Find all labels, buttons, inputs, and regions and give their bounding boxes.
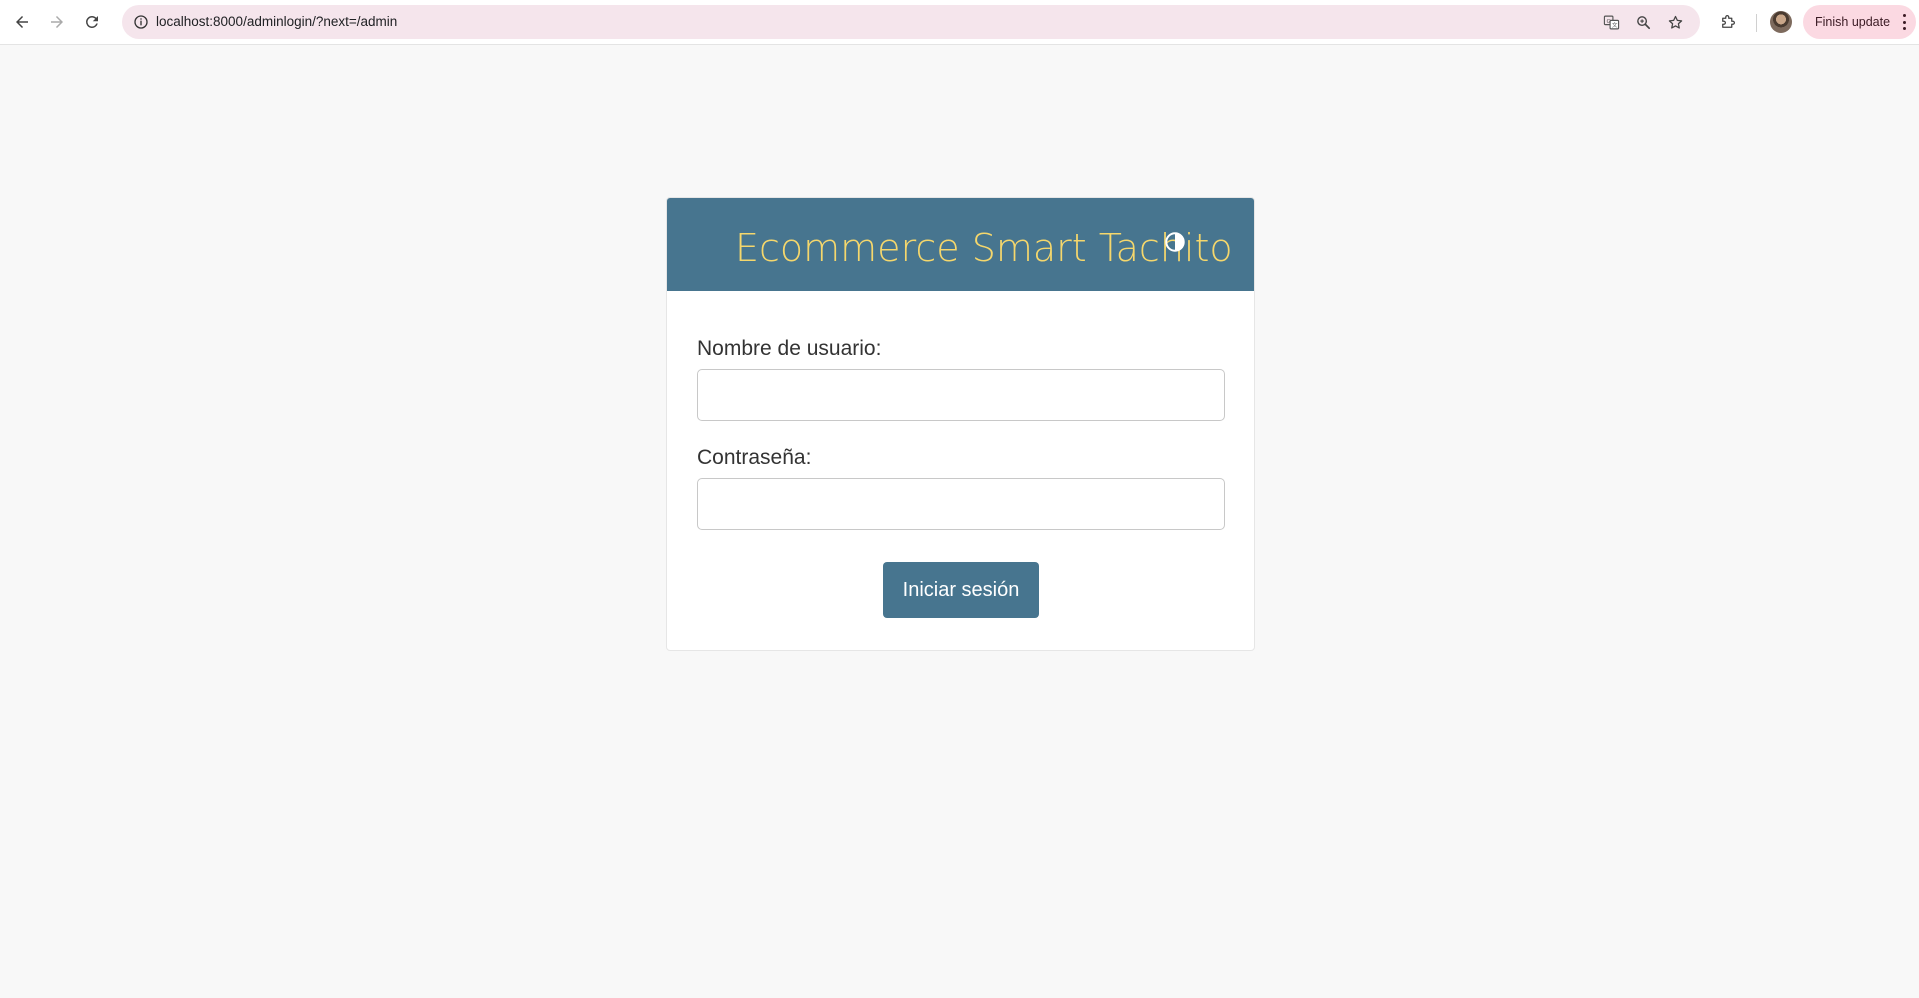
url-input[interactable] [156,5,1156,39]
bookmark-star-icon[interactable] [1665,12,1685,32]
login-card-header: Ecommerce Smart Tachito [667,198,1254,291]
reload-button[interactable] [80,10,104,34]
password-input[interactable] [697,478,1225,530]
address-bar[interactable]: G文 [122,5,1700,39]
reload-icon [86,15,98,28]
password-label: Contraseña: [697,446,812,469]
profile-avatar[interactable] [1770,11,1792,33]
toolbar-divider [1756,14,1757,32]
login-button[interactable]: Iniciar sesión [883,562,1039,618]
arrow-left-icon [16,16,28,28]
username-input[interactable] [697,369,1225,421]
arrow-right-icon [51,16,63,28]
browser-toolbar: G文 Finish update [0,0,1919,45]
more-menu-icon[interactable] [1902,14,1906,30]
page-title: Ecommerce Smart Tachito [735,226,1233,270]
site-info-icon[interactable] [130,11,152,33]
zoom-icon[interactable] [1633,12,1653,32]
finish-update-button[interactable]: Finish update [1803,5,1916,39]
back-button[interactable] [10,10,34,34]
login-card: Ecommerce Smart Tachito Nombre de usuari… [666,197,1255,651]
contrast-icon[interactable] [1164,231,1186,253]
forward-button[interactable] [45,10,69,34]
translate-icon[interactable]: G文 [1601,12,1621,32]
username-label: Nombre de usuario: [697,337,882,360]
extensions-icon[interactable] [1716,10,1740,34]
finish-update-label: Finish update [1815,15,1891,29]
